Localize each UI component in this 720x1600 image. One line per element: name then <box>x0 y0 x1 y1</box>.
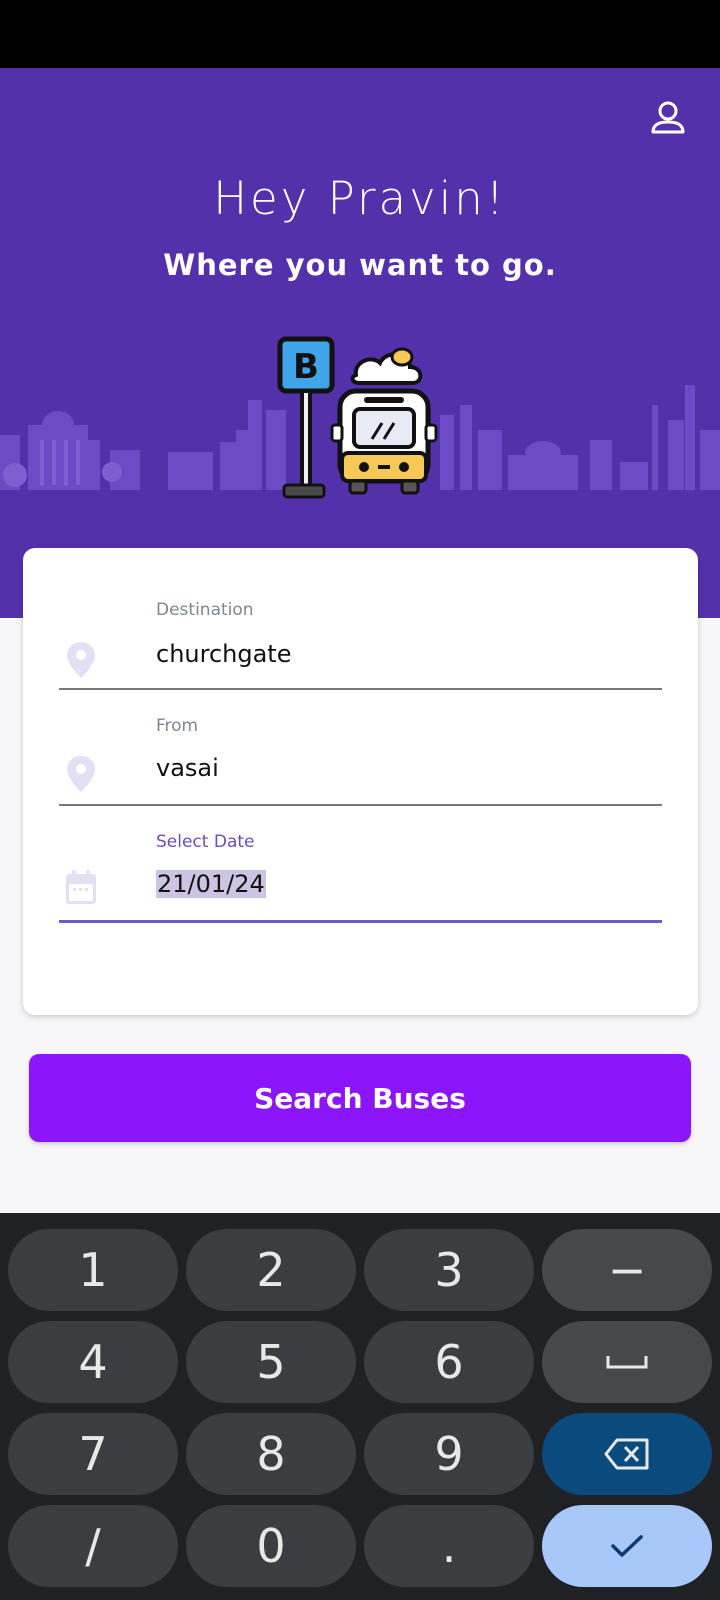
key-7[interactable]: 7 <box>8 1413 178 1495</box>
destination-label: Destination <box>156 600 254 620</box>
from-underline <box>59 804 662 806</box>
numeric-keyboard: 1 2 3 − 4 5 6 7 8 9 / 0 . <box>0 1213 720 1600</box>
search-buses-button[interactable]: Search Buses <box>29 1054 691 1142</box>
status-bar <box>0 0 720 68</box>
greeting-text: Hey Pravin! <box>213 172 507 225</box>
destination-input[interactable]: churchgate <box>156 640 291 668</box>
calendar-icon <box>64 868 98 908</box>
key-space[interactable] <box>542 1321 712 1403</box>
destination-field[interactable]: Destination churchgate <box>59 600 662 690</box>
checkmark-icon <box>609 1532 645 1560</box>
from-label: From <box>156 716 199 736</box>
key-3[interactable]: 3 <box>364 1229 534 1311</box>
search-form-card: Destination churchgate From vasai Select… <box>23 548 698 1015</box>
key-backspace[interactable] <box>542 1413 712 1495</box>
date-input[interactable]: 21/01/24 <box>156 870 266 898</box>
bus-stop-illustration: B <box>277 336 438 499</box>
date-label: Select Date <box>156 832 255 852</box>
from-field[interactable]: From vasai <box>59 716 662 806</box>
key-0[interactable]: 0 <box>186 1505 356 1587</box>
location-pin-icon <box>64 754 98 794</box>
key-dot[interactable]: . <box>364 1505 534 1587</box>
key-9[interactable]: 9 <box>364 1413 534 1495</box>
date-field[interactable]: Select Date 21/01/24 <box>59 832 662 924</box>
key-enter[interactable] <box>542 1505 712 1587</box>
key-8[interactable]: 8 <box>186 1413 356 1495</box>
space-icon <box>605 1352 649 1372</box>
key-2[interactable]: 2 <box>186 1229 356 1311</box>
key-1[interactable]: 1 <box>8 1229 178 1311</box>
svg-text:B: B <box>293 347 319 387</box>
key-minus[interactable]: − <box>542 1229 712 1311</box>
backspace-icon <box>603 1437 651 1471</box>
key-4[interactable]: 4 <box>8 1321 178 1403</box>
person-outline-icon[interactable] <box>648 98 688 138</box>
from-input[interactable]: vasai <box>156 754 219 782</box>
location-pin-icon <box>64 640 98 680</box>
subtitle-text: Where you want to go. <box>163 248 557 282</box>
date-underline <box>59 920 662 923</box>
key-6[interactable]: 6 <box>364 1321 534 1403</box>
destination-underline <box>59 688 662 690</box>
key-slash[interactable]: / <box>8 1505 178 1587</box>
key-5[interactable]: 5 <box>186 1321 356 1403</box>
